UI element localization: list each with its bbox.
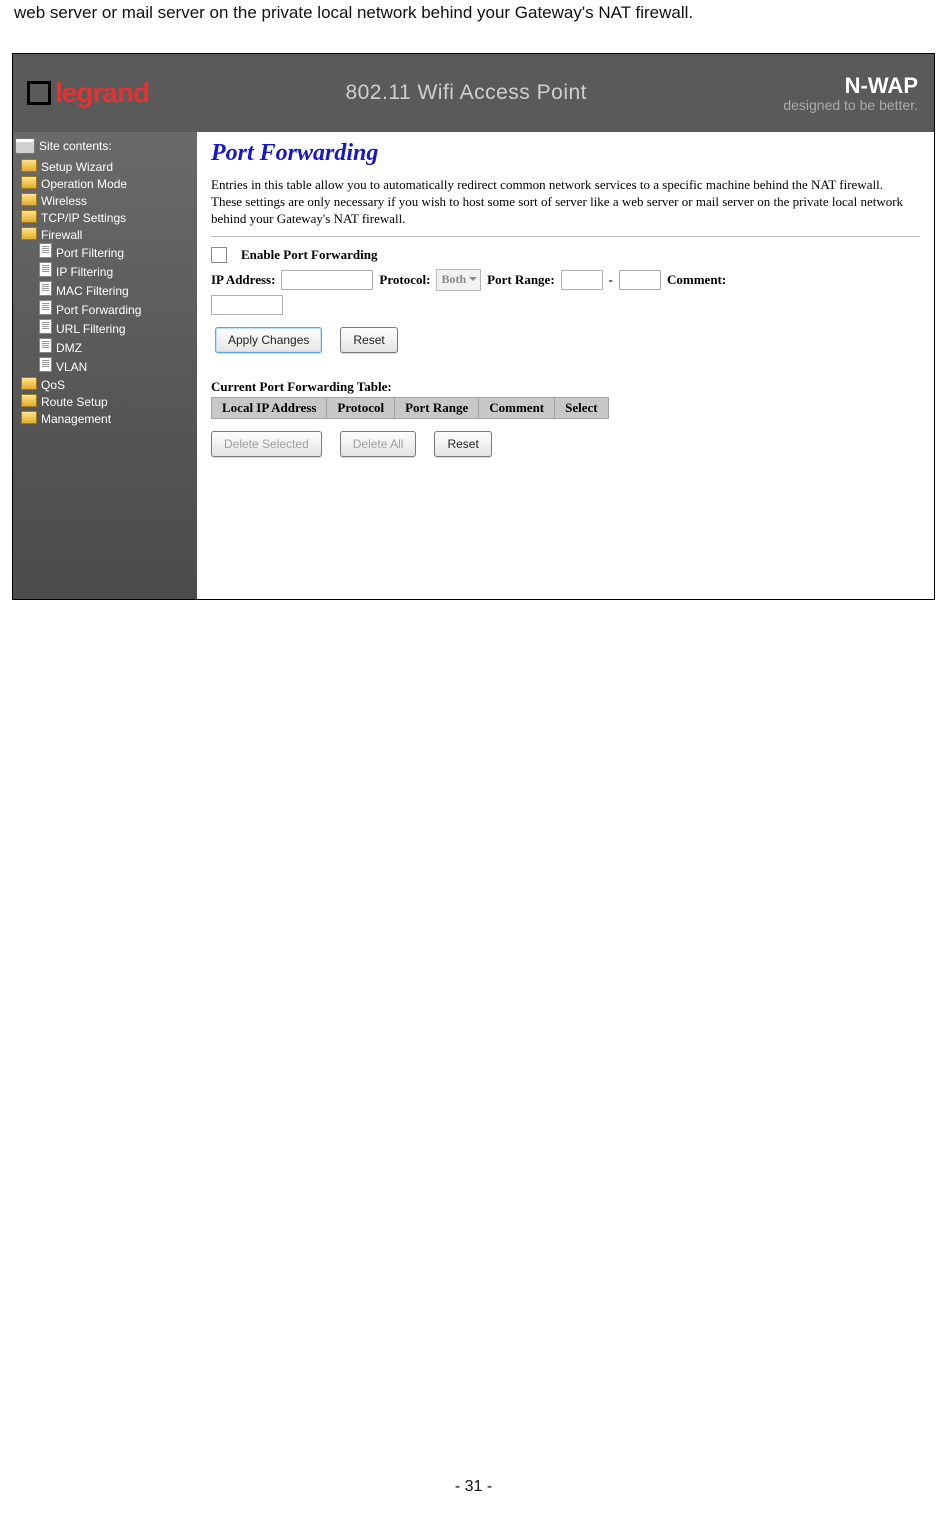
main-panel: Port Forwarding Entries in this table al… xyxy=(197,132,934,599)
th-port-range: Port Range xyxy=(395,397,479,418)
sidebar-item-tcpip[interactable]: TCP/IP Settings xyxy=(21,209,197,226)
file-icon xyxy=(39,300,52,315)
sidebar-item-operation-mode[interactable]: Operation Mode xyxy=(21,175,197,192)
sidebar-item-management[interactable]: Management xyxy=(21,410,197,427)
sidebar-item-dmz[interactable]: DMZ xyxy=(39,337,197,356)
app-header: legrand 802.11 Wifi Access Point N-WAP d… xyxy=(13,54,934,132)
header-title: 802.11 Wifi Access Point xyxy=(149,81,783,105)
folder-icon xyxy=(21,227,37,240)
th-comment: Comment xyxy=(479,397,555,418)
logo-text: legrand xyxy=(55,77,149,109)
delete-all-button[interactable]: Delete All xyxy=(340,431,417,457)
folder-icon xyxy=(21,411,37,424)
page-number: - 31 - xyxy=(0,1478,947,1496)
page-description: Entries in this table allow you to autom… xyxy=(211,177,911,228)
th-select: Select xyxy=(555,397,608,418)
folder-icon xyxy=(21,394,37,407)
doc-intro-fragment: web server or mail server on the private… xyxy=(0,0,947,25)
file-icon xyxy=(39,338,52,353)
file-icon xyxy=(39,357,52,372)
disk-icon xyxy=(15,138,35,154)
folder-icon xyxy=(21,210,37,223)
port-range-label: Port Range: xyxy=(487,272,555,288)
reset-table-button[interactable]: Reset xyxy=(434,431,491,457)
port-start-input[interactable] xyxy=(561,270,603,290)
file-icon xyxy=(39,262,52,277)
sidebar: Site contents: Setup Wizard Operation Mo… xyxy=(13,132,197,599)
brand-name: N-WAP xyxy=(783,73,918,99)
port-end-input[interactable] xyxy=(619,270,661,290)
brand-tagline: designed to be better. xyxy=(783,97,918,113)
th-protocol: Protocol xyxy=(327,397,395,418)
forwarding-table: Local IP Address Protocol Port Range Com… xyxy=(211,397,609,419)
protocol-select[interactable]: Both xyxy=(436,269,481,291)
range-separator: - xyxy=(609,272,613,288)
file-icon xyxy=(39,281,52,296)
header-brand-block: N-WAP designed to be better. xyxy=(783,73,918,113)
comment-input[interactable] xyxy=(211,295,283,315)
sidebar-item-mac-filtering[interactable]: MAC Filtering xyxy=(39,280,197,299)
enable-row: Enable Port Forwarding xyxy=(211,247,920,263)
file-icon xyxy=(39,319,52,334)
sidebar-item-url-filtering[interactable]: URL Filtering xyxy=(39,318,197,337)
sidebar-item-wireless[interactable]: Wireless xyxy=(21,192,197,209)
sidebar-title: Site contents: xyxy=(13,136,197,158)
sidebar-item-setup-wizard[interactable]: Setup Wizard xyxy=(21,158,197,175)
reset-button[interactable]: Reset xyxy=(340,327,397,353)
apply-changes-button[interactable]: Apply Changes xyxy=(215,327,322,353)
sidebar-title-text: Site contents: xyxy=(39,139,112,153)
sidebar-item-port-forwarding[interactable]: Port Forwarding xyxy=(39,299,197,318)
sidebar-item-ip-filtering[interactable]: IP Filtering xyxy=(39,261,197,280)
protocol-label: Protocol: xyxy=(379,272,430,288)
separator xyxy=(211,236,920,237)
sidebar-item-qos[interactable]: QoS xyxy=(21,376,197,393)
sidebar-item-port-filtering[interactable]: Port Filtering xyxy=(39,242,197,261)
ip-label: IP Address: xyxy=(211,272,275,288)
delete-selected-button[interactable]: Delete Selected xyxy=(211,431,322,457)
folder-icon xyxy=(21,193,37,206)
screenshot-frame: legrand 802.11 Wifi Access Point N-WAP d… xyxy=(12,53,935,600)
folder-icon xyxy=(21,159,37,172)
enable-checkbox[interactable] xyxy=(211,247,227,263)
logo-icon xyxy=(27,81,51,105)
enable-label: Enable Port Forwarding xyxy=(241,247,378,263)
page-heading: Port Forwarding xyxy=(211,140,920,167)
entry-row: IP Address: Protocol: Both Port Range: -… xyxy=(211,269,920,291)
comment-label: Comment: xyxy=(667,272,726,288)
folder-icon xyxy=(21,377,37,390)
sidebar-item-route-setup[interactable]: Route Setup xyxy=(21,393,197,410)
logo: legrand xyxy=(27,77,149,109)
folder-icon xyxy=(21,176,37,189)
th-local-ip: Local IP Address xyxy=(212,397,327,418)
file-icon xyxy=(39,243,52,258)
sidebar-item-firewall[interactable]: Firewall Port Filtering IP Filtering MAC… xyxy=(21,226,197,376)
sidebar-item-vlan[interactable]: VLAN xyxy=(39,356,197,375)
ip-input[interactable] xyxy=(281,270,373,290)
table-title: Current Port Forwarding Table: xyxy=(211,379,920,395)
